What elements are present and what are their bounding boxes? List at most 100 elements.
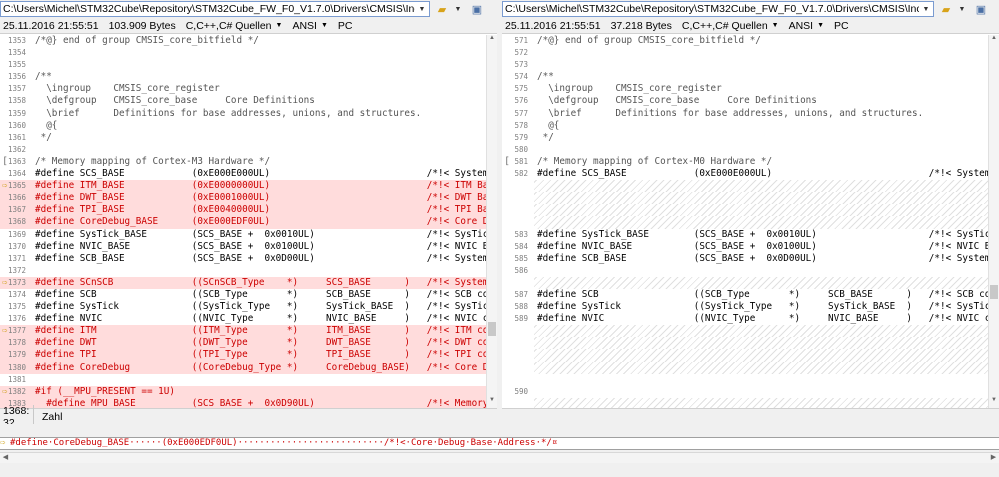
encoding-dropdown[interactable]: ANSI ▼ — [789, 20, 824, 32]
code-line[interactable]: 1367 #define TPI_BASE (0xE0040000UL) /*!<… — [0, 204, 486, 217]
code-line[interactable]: 1360 @{ — [0, 120, 486, 132]
scrollbar-thumb[interactable] — [488, 322, 496, 336]
scroll-down-icon[interactable]: ▼ — [989, 397, 999, 408]
code-line[interactable]: 1354 — [0, 47, 486, 59]
line-text — [534, 265, 988, 277]
line-text — [32, 265, 486, 277]
code-line[interactable]: 576 \defgroup CMSIS_core_base Core Defin… — [502, 95, 988, 107]
chevron-down-icon[interactable]: ▼ — [451, 2, 465, 16]
code-line[interactable]: 575 \ingroup CMSIS_core_register — [502, 83, 988, 95]
code-line[interactable]: 578 @{ — [502, 120, 988, 132]
code-line[interactable] — [502, 204, 988, 217]
code-line[interactable]: 572 — [502, 47, 988, 59]
left-path-input[interactable]: C:\Users\Michel\STM32Cube\Repository\STM… — [1, 3, 415, 15]
code-line[interactable]: 1359 \brief Definitions for base address… — [0, 108, 486, 120]
syntax-dropdown[interactable]: C,C++,C# Quellen ▼ — [682, 20, 779, 32]
code-line[interactable]: 1364 #define SCS_BASE (0xE000E000UL) /*!<… — [0, 168, 486, 180]
left-vertical-scrollbar[interactable]: ▲ ▼ — [486, 35, 497, 408]
code-line[interactable]: 1356 /** — [0, 71, 486, 83]
scrollbar-thumb[interactable] — [990, 285, 998, 299]
code-line[interactable] — [502, 397, 988, 408]
code-line[interactable]: 1378 #define DWT ((DWT_Type *) DWT_BASE )… — [0, 337, 486, 350]
code-line[interactable]: 1366 #define DWT_BASE (0xE0001000UL) /*!<… — [0, 192, 486, 205]
code-line[interactable]: 1370 #define NVIC_BASE (SCS_BASE + 0x0100… — [0, 241, 486, 253]
code-line[interactable]: 1380 #define CoreDebug ((CoreDebug_Type *… — [0, 361, 486, 374]
scroll-right-icon[interactable]: ▶ — [988, 453, 999, 461]
code-line[interactable]: 580 — [502, 144, 988, 156]
code-line[interactable]: 1358 \defgroup CMSIS_core_base Core Defi… — [0, 95, 486, 107]
code-line[interactable]: 1375 #define SysTick ((SysTick_Type *) Sy… — [0, 301, 486, 313]
code-line[interactable]: 1362 — [0, 144, 486, 156]
line-text: #define NVIC ((NVIC_Type *) NVIC_BASE ) … — [35, 313, 486, 325]
code-line[interactable]: 1374 #define SCB ((SCB_Type *) SCB_BASE )… — [0, 289, 486, 301]
code-line[interactable]: 588 #define SysTick ((SysTick_Type *) Sys… — [502, 301, 988, 313]
code-line[interactable]: 587 #define SCB ((SCB_Type *) SCB_BASE ) … — [502, 289, 988, 301]
code-line[interactable]: 574 /** — [502, 71, 988, 83]
code-line[interactable]: 1383 #define MPU_BASE (SCS_BASE + 0x0D90… — [0, 397, 486, 408]
code-line[interactable]: 1376 #define NVIC ((NVIC_Type *) NVIC_BAS… — [0, 313, 486, 325]
code-line[interactable] — [502, 180, 988, 193]
scroll-up-icon[interactable]: ▲ — [487, 35, 497, 46]
right-vertical-scrollbar[interactable]: ▲ ▼ — [988, 35, 999, 408]
code-line[interactable]: 581[/* Memory mapping of Cortex-M0 Hardw… — [502, 156, 988, 168]
code-line[interactable]: 589 #define NVIC ((NVIC_Type *) NVIC_BASE… — [502, 313, 988, 325]
code-line[interactable]: 1372 — [0, 265, 486, 277]
code-line[interactable]: 1355 — [0, 59, 486, 71]
code-line[interactable]: 1373 ⇨ #define SCnSCB ((SCnSCB_Type *) SCS… — [0, 276, 486, 289]
code-line[interactable] — [502, 361, 988, 374]
code-line[interactable]: 1368 #define CoreDebug_BASE (0xE000EDF0UL… — [0, 216, 486, 229]
right-code-view[interactable]: 571 /*@} end of group CMSIS_core_bitfield… — [502, 35, 988, 408]
code-line[interactable]: 590 — [502, 386, 988, 398]
code-line[interactable]: 1379 #define TPI ((TPI_Type *) TPI_BASE )… — [0, 349, 486, 362]
code-line[interactable] — [502, 374, 988, 386]
code-line[interactable] — [502, 192, 988, 205]
code-line[interactable]: 1353 /*@} end of group CMSIS_core_bitfiel… — [0, 35, 486, 47]
right-path-input[interactable]: C:\Users\Michel\STM32Cube\Repository\STM… — [503, 3, 919, 15]
left-path-combobox[interactable]: C:\Users\Michel\STM32Cube\Repository\STM… — [0, 1, 430, 17]
code-line[interactable]: 1371 #define SCB_BASE (SCS_BASE + 0x0D00U… — [0, 253, 486, 265]
line-text — [32, 374, 486, 386]
code-line[interactable]: 586 — [502, 265, 988, 277]
save-icon[interactable]: ▣ — [468, 1, 486, 17]
scroll-up-icon[interactable]: ▲ — [989, 35, 999, 46]
code-line[interactable] — [502, 216, 988, 229]
code-line[interactable] — [502, 325, 988, 338]
code-line[interactable]: 1365 ⇨ #define ITM_BASE (0xE0000000UL) /*!… — [0, 180, 486, 193]
code-line[interactable]: 585 #define SCB_BASE (SCS_BASE + 0x0D00UL… — [502, 253, 988, 265]
chevron-down-icon[interactable]: ▼ — [415, 2, 429, 16]
code-line[interactable]: 1381 — [0, 374, 486, 386]
open-folder-icon[interactable]: ▰ — [433, 1, 451, 17]
code-line[interactable]: 584 #define NVIC_BASE (SCS_BASE + 0x0100U… — [502, 241, 988, 253]
syntax-dropdown[interactable]: C,C++,C# Quellen ▼ — [186, 20, 283, 32]
code-line[interactable]: 577 \brief Definitions for base addresse… — [502, 108, 988, 120]
encoding-dropdown[interactable]: ANSI ▼ — [292, 20, 327, 32]
chevron-down-icon[interactable]: ▼ — [919, 2, 933, 16]
code-line[interactable]: 579 */ — [502, 132, 988, 144]
code-line[interactable]: 573 — [502, 59, 988, 71]
save-icon[interactable]: ▣ — [972, 1, 990, 17]
open-folder-icon[interactable]: ▰ — [937, 1, 955, 17]
code-line[interactable]: 1377 ⇨ #define ITM ((ITM_Type *) ITM_BASE … — [0, 325, 486, 338]
lineend-label[interactable]: PC — [338, 20, 353, 32]
code-line[interactable] — [502, 349, 988, 362]
left-code-view[interactable]: 1353 /*@} end of group CMSIS_core_bitfiel… — [0, 35, 486, 408]
code-line[interactable]: 1357 \ingroup CMSIS_core_register — [0, 83, 486, 95]
code-line[interactable]: 1361 */ — [0, 132, 486, 144]
lineend-label[interactable]: PC — [834, 20, 849, 32]
scroll-down-icon[interactable]: ▼ — [487, 397, 497, 408]
code-line[interactable]: 571 /*@} end of group CMSIS_core_bitfield… — [502, 35, 988, 47]
chevron-down-icon[interactable]: ▼ — [955, 2, 969, 16]
right-path-combobox[interactable]: C:\Users\Michel\STM32Cube\Repository\STM… — [502, 1, 934, 17]
line-number — [502, 397, 534, 408]
horizontal-scrollbar[interactable]: ◀ ▶ — [0, 452, 999, 463]
code-line[interactable]: 583 #define SysTick_BASE (SCS_BASE + 0x00… — [502, 229, 988, 241]
scroll-left-icon[interactable]: ◀ — [0, 453, 11, 461]
code-line[interactable] — [502, 337, 988, 350]
code-line[interactable]: 1382 ⇨ #if (__MPU_PRESENT == 1U) — [0, 385, 486, 398]
code-line[interactable]: 1369 #define SysTick_BASE (SCS_BASE + 0x0… — [0, 229, 486, 241]
file-date: 25.11.2016 21:55:51 — [3, 19, 99, 32]
code-line[interactable]: 582 #define SCS_BASE (0xE000E000UL) /*!< … — [502, 168, 988, 180]
line-text: #define ITM_BASE (0xE0000000UL) /*!< ITM… — [35, 180, 486, 192]
code-line[interactable] — [502, 276, 988, 289]
code-line[interactable]: 1363[/* Memory mapping of Cortex-M3 Hard… — [0, 156, 486, 168]
